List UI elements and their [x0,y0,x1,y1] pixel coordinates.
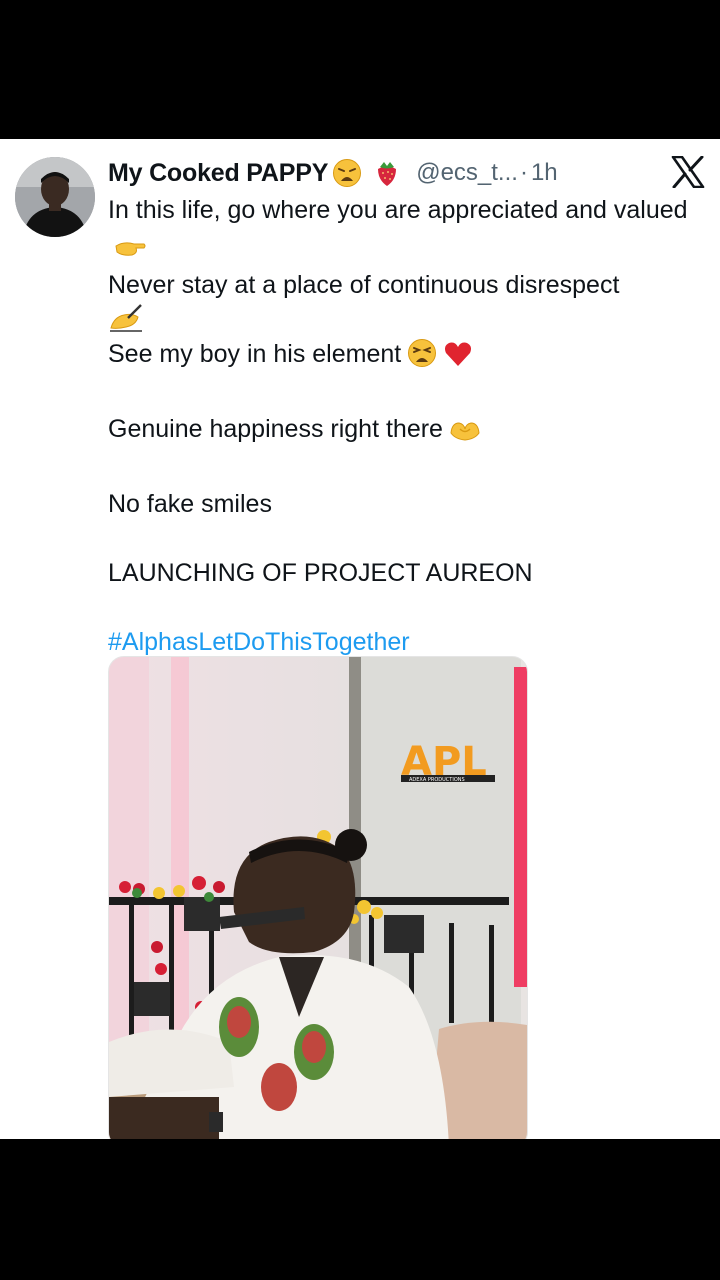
tweet-line: LAUNCHING OF PROJECT AUREON [108,559,533,587]
weary-face-emoji-icon [332,158,362,188]
tweet-line: In this life, go where you are appreciat… [108,193,693,268]
tweet-media[interactable]: APL ADEXA PRODUCTIONS [108,656,528,1139]
svg-text:ADEXA PRODUCTIONS: ADEXA PRODUCTIONS [409,777,465,783]
top-black-bar [0,0,720,139]
tweet-line: Never stay at a place of continuous disr… [108,271,620,299]
user-handle[interactable]: @ecs_t... [416,159,518,187]
tweet-card[interactable]: My Cooked PAPPY @ecs_t... · 1h In this l… [0,139,720,1139]
tweet-line: See my boy in his element [108,337,693,378]
pointing-hand-emoji-icon [114,234,146,269]
tweet-line: Genuine happiness right there [108,412,693,453]
red-heart-emoji-icon [443,340,473,378]
writing-hand-emoji-icon [108,303,693,338]
heart-hands-emoji-icon [449,418,481,453]
hashtag-link[interactable]: #AlphasLetDoThisTogether [108,625,693,660]
x-logo-icon [671,155,705,189]
bottom-black-bar [0,1139,720,1280]
separator-dot: · [519,159,528,186]
tweet-line: No fake smiles [108,490,272,518]
display-name[interactable]: My Cooked PAPPY [108,159,328,188]
strawberry-emoji-icon [372,158,402,188]
tweet-body: In this life, go where you are appreciat… [108,193,693,660]
tweet-header: My Cooked PAPPY @ecs_t... · 1h [108,156,558,190]
avatar[interactable] [15,157,95,237]
apl-watermark: APL ADEXA PRODUCTIONS [401,739,495,785]
timestamp[interactable]: 1h [531,159,558,187]
tired-face-emoji-icon [407,338,437,378]
